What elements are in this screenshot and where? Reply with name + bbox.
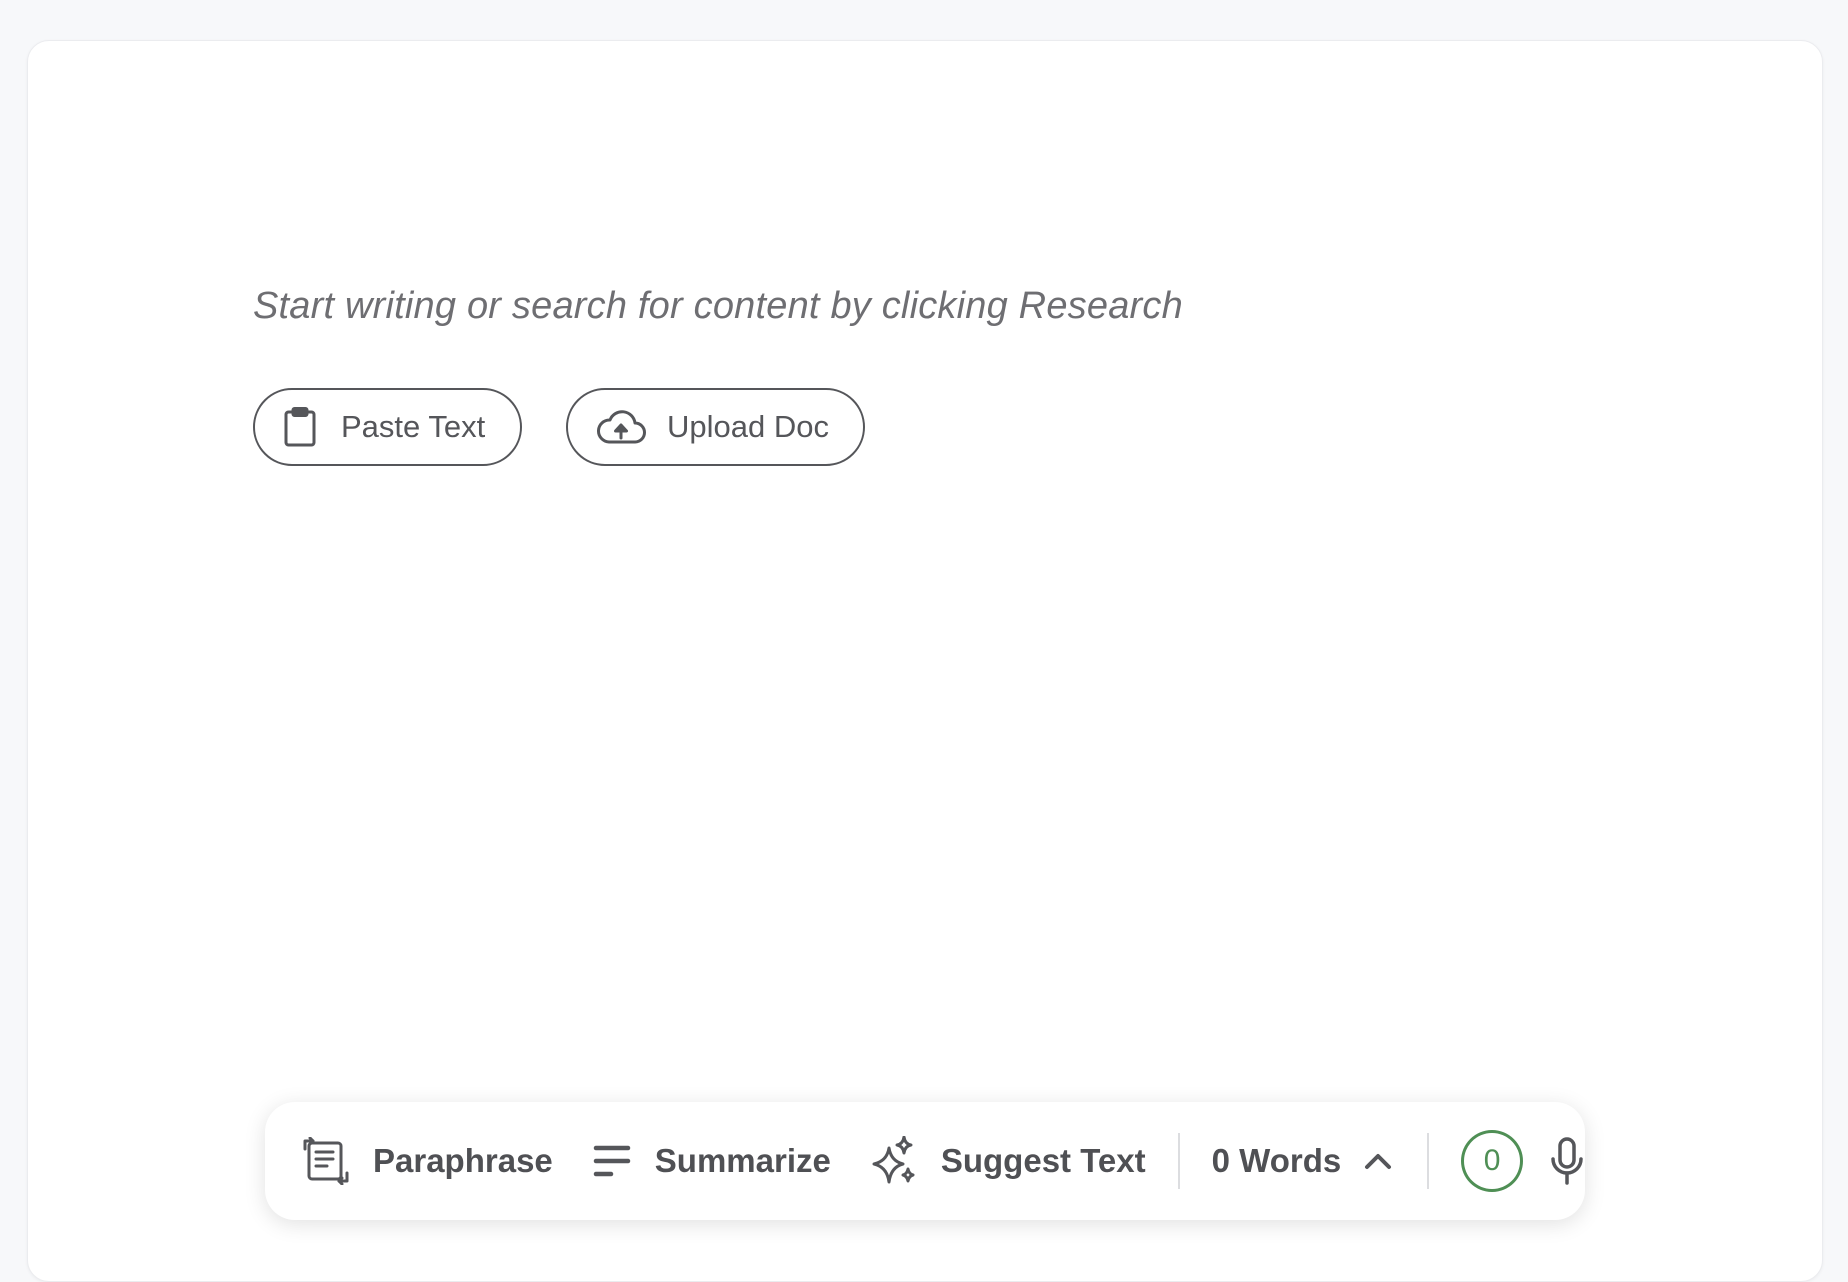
chevron-up-icon: [1363, 1151, 1393, 1171]
summarize-button[interactable]: Summarize: [593, 1142, 831, 1180]
microphone-icon: [1549, 1137, 1585, 1185]
upload-doc-label: Upload Doc: [667, 409, 829, 444]
upload-doc-button[interactable]: Upload Doc: [566, 388, 865, 466]
lines-icon: [593, 1143, 631, 1179]
microphone-button[interactable]: [1549, 1137, 1585, 1185]
clipboard-icon: [283, 407, 317, 447]
paraphrase-icon: [303, 1137, 349, 1185]
cloud-upload-icon: [595, 407, 647, 447]
editor-card: Start writing or search for content by c…: [27, 40, 1823, 1282]
editor-placeholder[interactable]: Start writing or search for content by c…: [253, 285, 1183, 328]
suggest-text-label: Suggest Text: [940, 1142, 1146, 1179]
word-count-toggle[interactable]: 0 Words: [1212, 1142, 1394, 1180]
toolbar-divider: [1427, 1133, 1430, 1189]
paraphrase-button[interactable]: Paraphrase: [303, 1137, 553, 1185]
summarize-label: Summarize: [654, 1142, 831, 1179]
sparkle-icon: [871, 1136, 917, 1186]
suggest-text-button[interactable]: Suggest Text: [871, 1136, 1146, 1186]
paraphrase-label: Paraphrase: [373, 1142, 553, 1179]
paste-text-label: Paste Text: [341, 409, 486, 444]
toolbar-divider: [1177, 1133, 1180, 1189]
bottom-toolbar: Paraphrase Summarize Suggest Text 0 Word…: [265, 1102, 1585, 1220]
word-count-label: 0 Words: [1211, 1142, 1342, 1179]
score-badge[interactable]: 0: [1461, 1130, 1524, 1192]
paste-text-button[interactable]: Paste Text: [253, 388, 522, 466]
